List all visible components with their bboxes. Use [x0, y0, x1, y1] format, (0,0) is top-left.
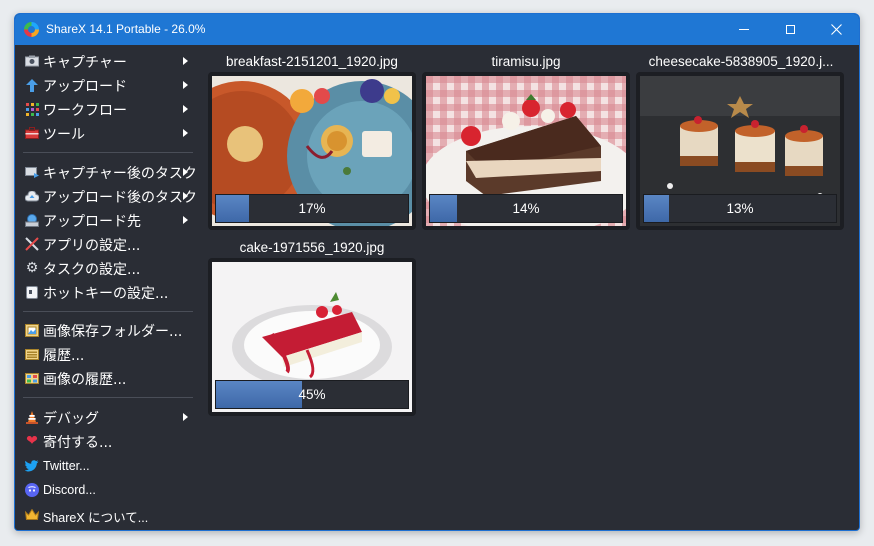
menu-separator: [23, 311, 193, 312]
menu-item-label: デバッグ: [43, 411, 99, 427]
menu-item-label: アップロード後のタスク: [43, 190, 197, 206]
wrench-screwdriver-icon: [25, 237, 39, 251]
menu-item-label: 画像保存フォルダー...: [43, 324, 183, 340]
title-bar[interactable]: ShareX 14.1 Portable - 26.0%: [15, 14, 859, 45]
menu-item-label: ワークフロー: [43, 103, 127, 119]
submenu-arrow-icon: [183, 413, 188, 421]
menu-item-upload[interactable]: アップロード: [15, 73, 200, 97]
task-filename: cheesecake-5838905_1920.j...: [648, 54, 834, 69]
submenu-arrow-icon: [183, 192, 188, 200]
menu-item-history[interactable]: 履歴...: [15, 342, 200, 366]
menu-item-tools[interactable]: ツール: [15, 121, 200, 145]
menu-item-label: アップロード先: [43, 214, 141, 230]
image-history-icon: [25, 371, 39, 385]
progress-bar: 14%: [429, 194, 623, 223]
task-filename: tiramisu.jpg: [491, 54, 561, 69]
menu-separator: [23, 152, 193, 153]
menu-item-twitter[interactable]: Twitter...: [15, 454, 200, 478]
sharex-logo-icon: [24, 22, 39, 37]
close-icon: [830, 24, 842, 35]
camera-icon: [25, 54, 39, 68]
submenu-arrow-icon: [183, 81, 188, 89]
submenu-arrow-icon: [183, 105, 188, 113]
workflow-grid-icon: [25, 102, 39, 116]
task-tile[interactable]: 13%: [636, 72, 844, 230]
heart-icon: ❤: [26, 433, 38, 449]
menu-item-label: 寄付する...: [43, 435, 113, 451]
upload-arrow-icon: [25, 78, 39, 92]
maximize-icon: [785, 25, 795, 34]
menu-separator: [23, 397, 193, 398]
menu-item-label: ShareX について...: [43, 511, 149, 525]
menu-item-label: 画像の履歴...: [43, 372, 127, 388]
menu-item-label: 履歴...: [43, 348, 85, 364]
window-title: ShareX 14.1 Portable - 26.0%: [46, 22, 206, 36]
task-tile[interactable]: 14%: [422, 72, 630, 230]
menu-item-screenshots-folder[interactable]: 画像保存フォルダー...: [15, 318, 200, 342]
progress-bar: 17%: [215, 194, 409, 223]
menu-item-image-history[interactable]: 画像の履歴...: [15, 366, 200, 390]
menu-item-discord[interactable]: Discord...: [15, 478, 200, 502]
crown-icon: [25, 507, 39, 521]
task-tile[interactable]: 45%: [208, 258, 416, 416]
progress-bar: 13%: [643, 194, 837, 223]
menu-item-label: Twitter...: [43, 459, 90, 473]
progress-bar: 45%: [215, 380, 409, 409]
menu-item-donate[interactable]: ❤ 寄付する...: [15, 429, 200, 453]
after-capture-icon: [25, 165, 39, 179]
traffic-cone-icon: [25, 410, 39, 424]
submenu-arrow-icon: [183, 57, 188, 65]
task-filename: cake-1971556_1920.jpg: [239, 240, 385, 255]
menu-item-workflow[interactable]: ワークフロー: [15, 97, 200, 121]
gear-icon: ⚙: [25, 260, 39, 276]
menu-item-label: ツール: [43, 127, 85, 143]
menu-item-label: キャプチャー: [43, 55, 127, 71]
menu-item-hotkey-settings[interactable]: ホットキーの設定...: [15, 280, 200, 304]
minimize-icon: [739, 29, 749, 30]
menu-item-capture[interactable]: キャプチャー: [15, 49, 200, 73]
progress-text: 13%: [726, 201, 754, 216]
menu-item-after-upload-tasks[interactable]: アップロード後のタスク: [15, 184, 200, 208]
toolbox-icon: [25, 126, 39, 140]
task-filename: breakfast-2151201_1920.jpg: [226, 54, 398, 69]
menu-item-after-capture-tasks[interactable]: キャプチャー後のタスク: [15, 160, 200, 184]
task-tile[interactable]: 17%: [208, 72, 416, 230]
submenu-arrow-icon: [183, 216, 188, 224]
progress-text: 45%: [298, 387, 326, 402]
progress-text: 17%: [298, 201, 326, 216]
menu-item-application-settings[interactable]: アプリの設定...: [15, 232, 200, 256]
history-list-icon: [25, 347, 39, 361]
menu-item-destinations[interactable]: アップロード先: [15, 208, 200, 232]
maximize-button[interactable]: [767, 14, 813, 45]
destination-drive-icon: [25, 213, 39, 227]
keyboard-key-icon: [25, 285, 39, 299]
image-folder-icon: [25, 323, 39, 337]
menu-item-label: キャプチャー後のタスク: [43, 166, 197, 182]
minimize-button[interactable]: [721, 14, 767, 45]
menu-item-label: ホットキーの設定...: [43, 286, 169, 302]
submenu-arrow-icon: [183, 129, 188, 137]
submenu-arrow-icon: [183, 168, 188, 176]
menu-item-debug[interactable]: デバッグ: [15, 405, 200, 429]
menu-item-task-settings[interactable]: ⚙ タスクの設定...: [15, 256, 200, 280]
twitter-bird-icon: [25, 459, 39, 473]
menu-item-label: アップロード: [43, 79, 127, 95]
menu-item-label: タスクの設定...: [43, 262, 141, 278]
discord-logo-icon: [25, 483, 39, 497]
menu-item-about[interactable]: ShareX について...: [15, 502, 200, 526]
cloud-upload-icon: [25, 189, 39, 203]
main-menu: キャプチャー アップロード ワークフロー ツール キャプチャー後のタスク アップ…: [15, 45, 200, 530]
close-button[interactable]: [813, 14, 859, 45]
progress-text: 14%: [512, 201, 540, 216]
menu-item-label: アプリの設定...: [43, 238, 141, 254]
menu-item-label: Discord...: [43, 483, 96, 497]
sharex-window: ShareX 14.1 Portable - 26.0% キャプチャー アップロ…: [14, 13, 860, 531]
